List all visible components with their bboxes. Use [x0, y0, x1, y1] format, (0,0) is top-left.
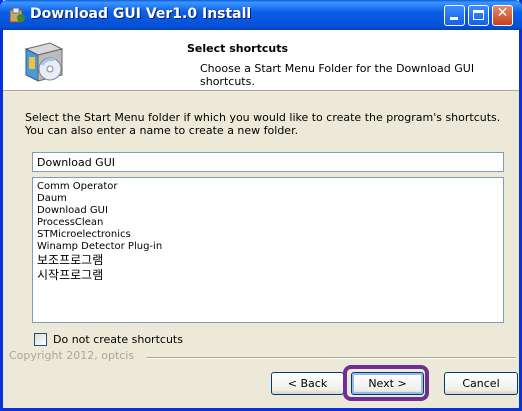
header-title: Select shortcuts [187, 42, 288, 55]
folder-list-item[interactable]: STMicroelectronics [37, 229, 499, 241]
window-title: Download GUI Ver1.0 Install [30, 6, 252, 22]
maximize-button[interactable] [468, 5, 489, 26]
folder-list-item[interactable]: 보조프로그램 [37, 253, 499, 268]
close-button[interactable]: ✕ [492, 5, 513, 26]
installer-icon [9, 7, 25, 23]
wizard-header: Select shortcuts Choose a Start Menu Fol… [3, 30, 519, 91]
folder-list-item[interactable]: Download GUI [37, 205, 499, 217]
minimize-button[interactable] [444, 5, 465, 26]
folder-list-item[interactable]: Comm Operator [37, 181, 499, 193]
maximize-icon [473, 10, 484, 20]
title-bar[interactable]: Download GUI Ver1.0 Install ✕ [0, 0, 522, 30]
close-icon: ✕ [496, 5, 509, 21]
minimize-icon [450, 17, 458, 20]
start-menu-folder-input[interactable] [32, 152, 504, 172]
folder-list-item[interactable]: ProcessClean [37, 217, 499, 229]
setup-box-icon [24, 42, 64, 82]
start-menu-folder-list[interactable]: Comm Operator Daum Download GUI ProcessC… [32, 177, 504, 323]
installer-window: Download GUI Ver1.0 Install ✕ Select sho… [0, 0, 522, 411]
copyright-text: Copyright 2012, optcis [9, 349, 135, 362]
folder-list-item[interactable]: Winamp Detector Plug-in [37, 241, 499, 253]
cancel-button[interactable]: Cancel [444, 372, 518, 395]
back-button[interactable]: < Back [271, 372, 344, 395]
instructions-text: Select the Start Menu folder if which yo… [25, 111, 501, 137]
footer-divider [146, 357, 516, 359]
no-shortcuts-label[interactable]: Do not create shortcuts [53, 333, 183, 346]
folder-list-item[interactable]: Daum [37, 193, 499, 205]
next-button-highlight [343, 365, 429, 401]
header-subtitle: Choose a Start Menu Folder for the Downl… [200, 62, 475, 88]
no-shortcuts-checkbox[interactable] [34, 333, 47, 346]
folder-list-item[interactable]: 시작프로그램 [37, 268, 499, 283]
